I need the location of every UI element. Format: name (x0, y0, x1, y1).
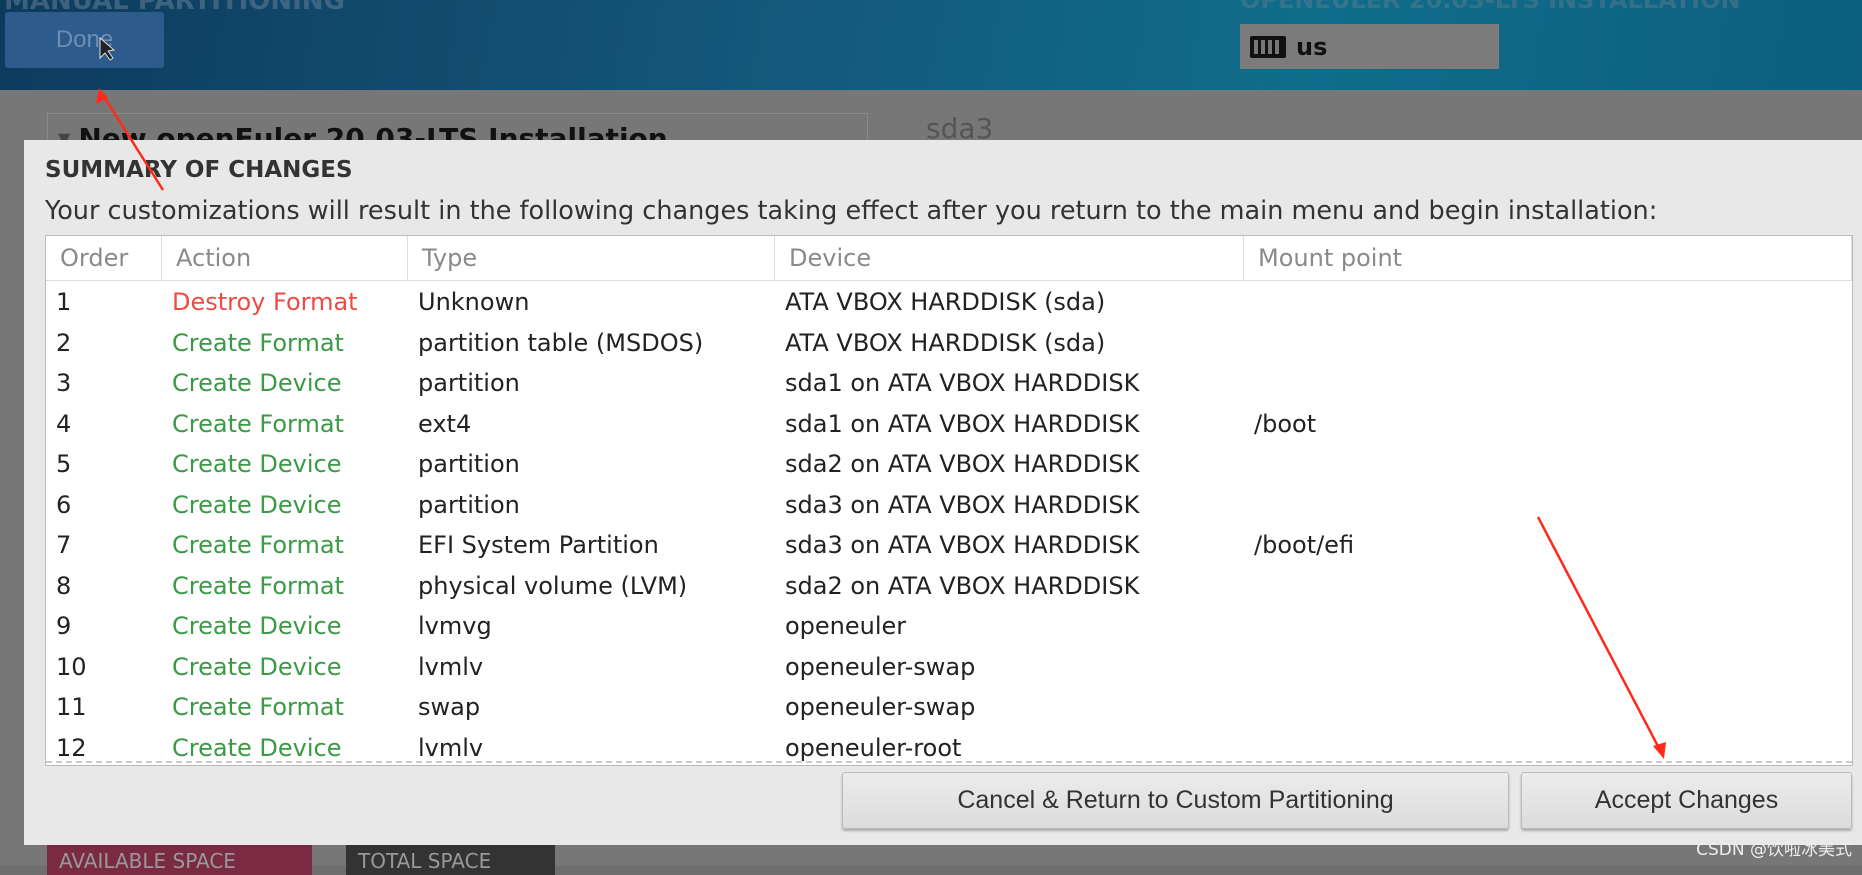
cell-action: Create Device (172, 450, 342, 478)
cell-device: ATA VBOX HARDDISK (sda) (785, 288, 1106, 316)
cell-type: partition (418, 490, 520, 519)
cell-mount: /boot (1254, 409, 1317, 438)
cell-type: ext4 (418, 409, 472, 438)
cell-order: 4 (56, 409, 72, 438)
table-row[interactable]: 10 Create Device lvmlv openeuler-swap (46, 647, 1852, 687)
cell-type: partition (418, 450, 520, 478)
table-row[interactable]: 6 Create Device partition sda3 on ATA VBOX … (46, 485, 1852, 525)
done-button[interactable]: Done (5, 12, 164, 68)
cell-device: openeuler-swap (785, 693, 976, 721)
cell-type: lvmlv (418, 652, 484, 681)
available-space-label: AVAILABLE SPACE (47, 845, 312, 875)
cell-device: sda1 on ATA VBOX HARDDISK (785, 369, 1140, 397)
keyboard-layout-indicator[interactable]: us (1240, 24, 1499, 69)
cell-mount (1244, 647, 1852, 687)
cell-mount (1244, 485, 1852, 525)
keyboard-layout-label: us (1296, 32, 1328, 61)
cell-mount (1244, 606, 1852, 646)
accept-changes-button[interactable]: Accept Changes (1521, 772, 1852, 829)
cell-mount (1244, 363, 1852, 403)
cell-mount (1244, 566, 1852, 606)
cell-action: Create Device (172, 652, 342, 681)
cell-action: Create Device (172, 490, 342, 519)
column-header-device[interactable]: Device (775, 236, 1244, 280)
table-row[interactable]: 4 Create Format ext4 sda1 on ATA VBOX HARDD… (46, 404, 1852, 444)
product-title: OPENEULER 20.03-LTS INSTALLATION (1240, 0, 1741, 14)
summary-of-changes-dialog: SUMMARY OF CHANGES Your customizations w… (24, 140, 1862, 845)
cell-order: 3 (56, 369, 72, 397)
cell-device: sda2 on ATA VBOX HARDDISK (785, 571, 1140, 600)
cell-order: 10 (56, 652, 87, 681)
cell-device: openeuler (785, 612, 907, 640)
table-header: Order Action Type Device Mount point (46, 236, 1852, 281)
dialog-title: SUMMARY OF CHANGES (45, 157, 353, 183)
cell-type: swap (418, 693, 481, 721)
cell-device: sda2 on ATA VBOX HARDDISK (785, 450, 1140, 478)
cell-action: Create Device (172, 369, 342, 397)
cell-action: Create Format (172, 409, 344, 438)
cell-type: partition table (MSDOS) (418, 328, 704, 357)
cell-mount (1244, 687, 1852, 727)
cell-type: physical volume (LVM) (418, 571, 688, 600)
cell-device: sda1 on ATA VBOX HARDDISK (785, 409, 1140, 438)
cell-order: 11 (56, 693, 87, 721)
cell-device: sda3 on ATA VBOX HARDDISK (785, 490, 1140, 519)
cell-mount (1244, 282, 1852, 322)
cell-order: 8 (56, 571, 72, 600)
table-row[interactable]: 5 Create Device partition sda2 on ATA VBOX … (46, 444, 1852, 484)
cell-action: Create Format (172, 328, 344, 357)
cell-order: 7 (56, 531, 72, 559)
cell-mount (1244, 444, 1852, 484)
cell-type: EFI System Partition (418, 531, 659, 559)
table-row[interactable]: 3 Create Device partition sda1 on ATA VBOX … (46, 363, 1852, 403)
cell-device: sda3 on ATA VBOX HARDDISK (785, 531, 1140, 559)
table-row[interactable]: 11 Create Format swap openeuler-swap (46, 687, 1852, 727)
table-row[interactable]: 2 Create Format partition table (MSDOS) ATA… (46, 323, 1852, 363)
table-row[interactable]: 1 Destroy Format Unknown ATA VBOX HARDDISK … (46, 282, 1852, 322)
cell-action: Create Format (172, 531, 344, 559)
cell-action: Create Format (172, 571, 344, 600)
column-header-mount-point[interactable]: Mount point (1244, 236, 1852, 280)
cell-order: 2 (56, 328, 72, 357)
dialog-subtitle: Your customizations will result in the f… (45, 196, 1658, 226)
cell-type: partition (418, 369, 520, 397)
column-header-action[interactable]: Action (162, 236, 408, 280)
cell-order: 5 (56, 450, 72, 478)
cell-device: openeuler-swap (785, 652, 976, 681)
cell-order: 9 (56, 612, 72, 640)
column-header-type[interactable]: Type (408, 236, 775, 280)
cell-mount: /boot/efi (1254, 531, 1355, 559)
cell-type: lvmvg (418, 612, 492, 640)
cell-order: 6 (56, 490, 72, 519)
cell-order: 1 (56, 288, 72, 316)
cell-device: ATA VBOX HARDDISK (sda) (785, 328, 1106, 357)
cell-mount (1244, 323, 1852, 363)
changes-table[interactable]: Order Action Type Device Mount point 1 De… (45, 235, 1853, 766)
cell-action: Create Device (172, 612, 342, 640)
watermark: CSDN @饮啦冰美式 (1696, 840, 1852, 860)
cell-action: Destroy Format (172, 288, 358, 316)
total-space-label: TOTAL SPACE (346, 845, 555, 875)
header-bar: MANUAL PARTITIONING OPENEULER 20.03-LTS … (0, 0, 1862, 90)
cell-type: Unknown (418, 288, 530, 316)
table-row[interactable]: 9 Create Device lvmvg openeuler (46, 606, 1852, 646)
keyboard-icon (1250, 35, 1286, 58)
cancel-return-button[interactable]: Cancel & Return to Custom Partitioning (842, 772, 1509, 829)
scroll-edge (46, 761, 1852, 763)
column-header-order[interactable]: Order (46, 236, 162, 280)
table-row[interactable]: 8 Create Format physical volume (LVM) sda2 … (46, 566, 1852, 606)
cell-action: Create Format (172, 693, 344, 721)
table-row[interactable]: 7 Create Format EFI System Partition sda3 o… (46, 525, 1852, 565)
